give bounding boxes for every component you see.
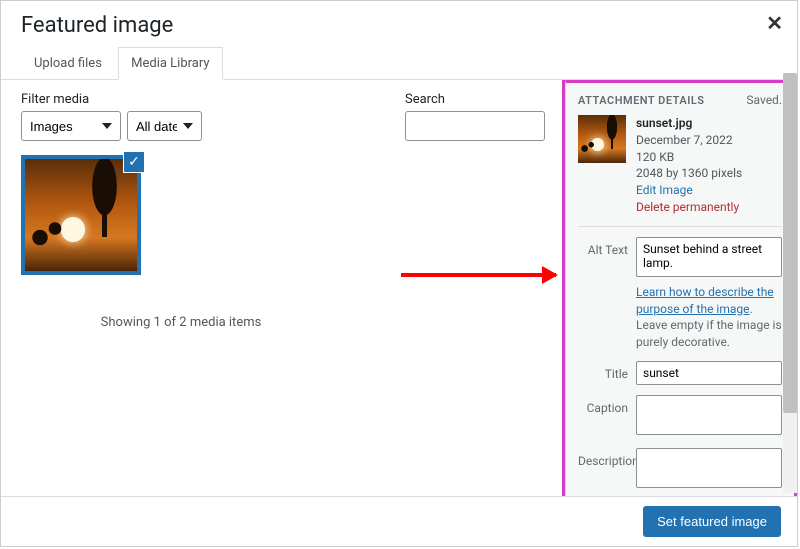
search-label: Search bbox=[405, 92, 545, 107]
featured-image-modal: Featured image ✕ Upload files Media Libr… bbox=[0, 0, 798, 547]
media-browser: Filter media Images All dates Search bbox=[1, 80, 565, 510]
attachment-settings: Alt Text Sunset behind a street lamp. Le… bbox=[578, 237, 782, 491]
delete-link[interactable]: Delete permanently bbox=[636, 199, 742, 216]
check-icon[interactable]: ✓ bbox=[123, 151, 145, 173]
description-input[interactable] bbox=[636, 448, 782, 488]
alt-help-link[interactable]: Learn how to describe the purpose of the… bbox=[636, 285, 774, 316]
saved-status: Saved. bbox=[746, 93, 782, 107]
description-label: Description bbox=[578, 448, 636, 468]
attachment-thumbnail[interactable]: ✓ bbox=[21, 155, 141, 275]
file-info: sunset.jpg December 7, 2022 120 KB 2048 … bbox=[636, 115, 742, 216]
file-dimensions: 2048 by 1360 pixels bbox=[636, 165, 742, 182]
annotation-arrow bbox=[401, 273, 556, 277]
caption-input[interactable] bbox=[636, 395, 782, 435]
alt-help-text: Learn how to describe the purpose of the… bbox=[636, 284, 782, 351]
filter-media-group: Filter media Images All dates bbox=[21, 92, 202, 141]
title-input[interactable] bbox=[636, 361, 782, 385]
close-icon[interactable]: ✕ bbox=[766, 11, 783, 35]
scrollbar[interactable] bbox=[783, 73, 797, 493]
modal-header: Featured image bbox=[1, 1, 797, 38]
tab-upload-files[interactable]: Upload files bbox=[21, 47, 115, 79]
results-status: Showing 1 of 2 media items bbox=[21, 315, 341, 330]
attachments-grid: ✓ bbox=[21, 155, 545, 275]
file-size: 120 KB bbox=[636, 149, 742, 166]
search-group: Search bbox=[405, 92, 545, 141]
alt-text-label: Alt Text bbox=[578, 237, 636, 257]
filename: sunset.jpg bbox=[636, 115, 742, 132]
search-input[interactable] bbox=[405, 111, 545, 141]
set-featured-image-button[interactable]: Set featured image bbox=[643, 506, 781, 537]
filter-dates-select[interactable]: All dates bbox=[127, 111, 202, 141]
attachment-details-panel: ATTACHMENT DETAILS Saved. sunset.jpg Dec… bbox=[565, 80, 797, 510]
tab-media-library[interactable]: Media Library bbox=[118, 47, 222, 80]
modal-title: Featured image bbox=[21, 13, 777, 38]
title-label: Title bbox=[578, 361, 636, 381]
edit-image-link[interactable]: Edit Image bbox=[636, 182, 742, 199]
modal-footer: Set featured image bbox=[1, 496, 797, 546]
filter-bar: Filter media Images All dates Search bbox=[21, 92, 545, 141]
file-details: sunset.jpg December 7, 2022 120 KB 2048 … bbox=[578, 115, 782, 227]
media-tabs: Upload files Media Library bbox=[1, 46, 797, 80]
panel-title: ATTACHMENT DETAILS bbox=[578, 94, 705, 107]
alt-text-input[interactable]: Sunset behind a street lamp. bbox=[636, 237, 782, 277]
caption-label: Caption bbox=[578, 395, 636, 415]
thumbnail-image bbox=[25, 159, 137, 271]
details-thumbnail bbox=[578, 115, 626, 163]
filter-media-select[interactable]: Images bbox=[21, 111, 121, 141]
filter-media-label: Filter media bbox=[21, 92, 202, 107]
scrollbar-thumb[interactable] bbox=[783, 73, 797, 413]
modal-content: Filter media Images All dates Search bbox=[1, 80, 797, 510]
file-date: December 7, 2022 bbox=[636, 132, 742, 149]
